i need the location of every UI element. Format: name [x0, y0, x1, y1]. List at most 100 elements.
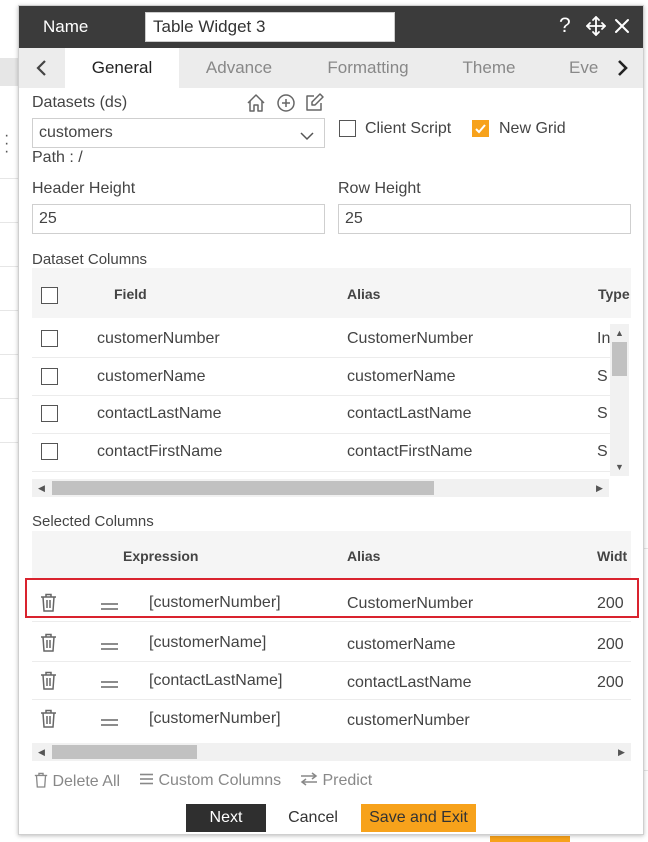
chevron-down-icon [300, 128, 314, 146]
predict-label: Predict [322, 772, 373, 789]
width-cell: 200 [597, 636, 624, 653]
header-height-input[interactable] [32, 204, 325, 234]
drag-handle-icon[interactable] [101, 676, 118, 694]
dataset-column-row[interactable]: contactLastName contactLastName S [32, 396, 610, 434]
checkmark-icon [475, 124, 486, 134]
background-divider [0, 442, 18, 443]
selected-columns-title: Selected Columns [32, 513, 154, 530]
row-height-input[interactable] [338, 204, 631, 234]
dataset-column-row[interactable]: contactFirstName contactFirstName S [32, 434, 610, 472]
dataset-columns-vscrollbar[interactable]: ▲ ▼ [610, 324, 629, 476]
background-button [490, 836, 570, 842]
width-column-header[interactable]: Widt [597, 548, 627, 564]
selected-column-row[interactable]: [contactLastName] contactLastName 200 [32, 662, 631, 700]
name-label: Name [43, 17, 89, 36]
dataset-select[interactable]: customers [32, 118, 325, 148]
save-and-exit-button[interactable]: Save and Exit [361, 804, 476, 832]
row-checkbox[interactable] [41, 330, 58, 347]
trash-icon[interactable] [40, 709, 57, 733]
selected-column-row[interactable]: [customerName] customerName 200 [32, 624, 631, 662]
dataset-columns-title: Dataset Columns [32, 251, 148, 268]
more-vertical-icon: · · · [4, 127, 10, 160]
datasets-label: Datasets (ds) [32, 94, 128, 111]
row-checkbox[interactable] [41, 405, 58, 422]
cancel-button[interactable]: Cancel [273, 804, 353, 832]
help-icon[interactable]: ? [559, 14, 571, 38]
dataset-column-row[interactable]: customerName customerName S [32, 358, 610, 396]
tab-general[interactable]: General [65, 48, 179, 88]
custom-columns-label: Custom Columns [158, 772, 282, 789]
width-cell: 200 [597, 674, 624, 691]
list-icon [140, 773, 153, 785]
dataset-column-row[interactable]: customerNumber CustomerNumber In [32, 320, 610, 358]
background-divider [0, 398, 18, 399]
alias-cell: customerName [347, 636, 456, 653]
scroll-up-arrow[interactable]: ▲ [615, 328, 624, 338]
alias-cell: customerNumber [347, 712, 470, 729]
expression-cell: [customerNumber] [149, 710, 281, 727]
tab-formatting[interactable]: Formatting [309, 48, 427, 88]
delete-all-button[interactable]: Delete All [34, 772, 120, 791]
background-divider [0, 222, 18, 223]
drag-handle-icon[interactable] [101, 638, 118, 656]
expression-column-header[interactable]: Expression [123, 548, 198, 564]
select-all-checkbox[interactable] [41, 287, 58, 304]
selected-column-row[interactable]: [customerNumber] customerNumber [32, 700, 631, 738]
field-cell: customerName [97, 368, 206, 385]
home-icon[interactable] [246, 93, 266, 118]
new-grid-checkbox[interactable] [472, 120, 489, 137]
selected-columns-header: Expression Alias Widt [32, 531, 631, 579]
background-divider [0, 178, 18, 179]
field-cell: contactFirstName [97, 443, 223, 460]
tab-events[interactable]: Eve [555, 48, 601, 88]
move-icon[interactable] [585, 15, 607, 43]
custom-columns-button[interactable]: Custom Columns [139, 772, 281, 790]
type-column-header[interactable]: Type [598, 286, 630, 302]
chevron-right-icon[interactable] [603, 48, 643, 88]
widget-properties-dialog: Name ? General Advance Formatting Theme … [18, 5, 644, 835]
chevron-left-icon[interactable] [19, 48, 63, 88]
scroll-right-arrow[interactable]: ▶ [596, 483, 603, 493]
new-grid-label: New Grid [499, 120, 566, 137]
background-divider [0, 310, 18, 311]
dataset-select-value: customers [39, 124, 113, 141]
tab-theme[interactable]: Theme [439, 48, 539, 88]
client-script-label: Client Script [365, 120, 452, 137]
predict-button[interactable]: Predict [300, 772, 372, 790]
background-strip [0, 58, 18, 86]
trash-icon[interactable] [40, 671, 57, 695]
type-cell: S [597, 368, 608, 385]
next-button[interactable]: Next [186, 804, 266, 832]
dataset-columns-hscrollbar[interactable]: ◀ ▶ [32, 479, 609, 497]
scroll-left-arrow[interactable]: ◀ [38, 483, 45, 493]
edit-icon[interactable] [304, 92, 325, 118]
background-divider [644, 548, 648, 549]
alias-column-header[interactable]: Alias [347, 548, 380, 564]
close-icon[interactable] [613, 17, 631, 41]
alias-column-header[interactable]: Alias [347, 286, 380, 302]
scrollbar-thumb[interactable] [612, 342, 627, 376]
delete-all-label: Delete All [52, 773, 121, 790]
tab-advance[interactable]: Advance [181, 48, 297, 88]
scroll-right-arrow[interactable]: ▶ [618, 747, 625, 757]
type-cell: In [597, 330, 610, 347]
scroll-left-arrow[interactable]: ◀ [38, 747, 45, 757]
client-script-checkbox[interactable] [339, 120, 356, 137]
alias-cell: contactLastName [347, 674, 472, 691]
scrollbar-thumb[interactable] [52, 745, 197, 759]
row-checkbox[interactable] [41, 443, 58, 460]
expression-cell: [customerName] [149, 634, 267, 651]
scrollbar-thumb[interactable] [52, 481, 434, 495]
trash-icon[interactable] [40, 633, 57, 657]
add-icon[interactable] [276, 93, 296, 118]
scroll-down-arrow[interactable]: ▼ [615, 462, 624, 472]
field-column-header[interactable]: Field [114, 286, 147, 302]
drag-handle-icon[interactable] [101, 714, 118, 732]
widget-name-input[interactable] [145, 12, 395, 42]
type-cell: S [597, 443, 608, 460]
selected-columns-hscrollbar[interactable]: ◀ ▶ [32, 743, 631, 761]
row-checkbox[interactable] [41, 368, 58, 385]
dialog-titlebar[interactable]: Name ? [19, 6, 643, 48]
path-label: Path : / [32, 149, 83, 166]
alias-cell: customerName [347, 368, 456, 385]
